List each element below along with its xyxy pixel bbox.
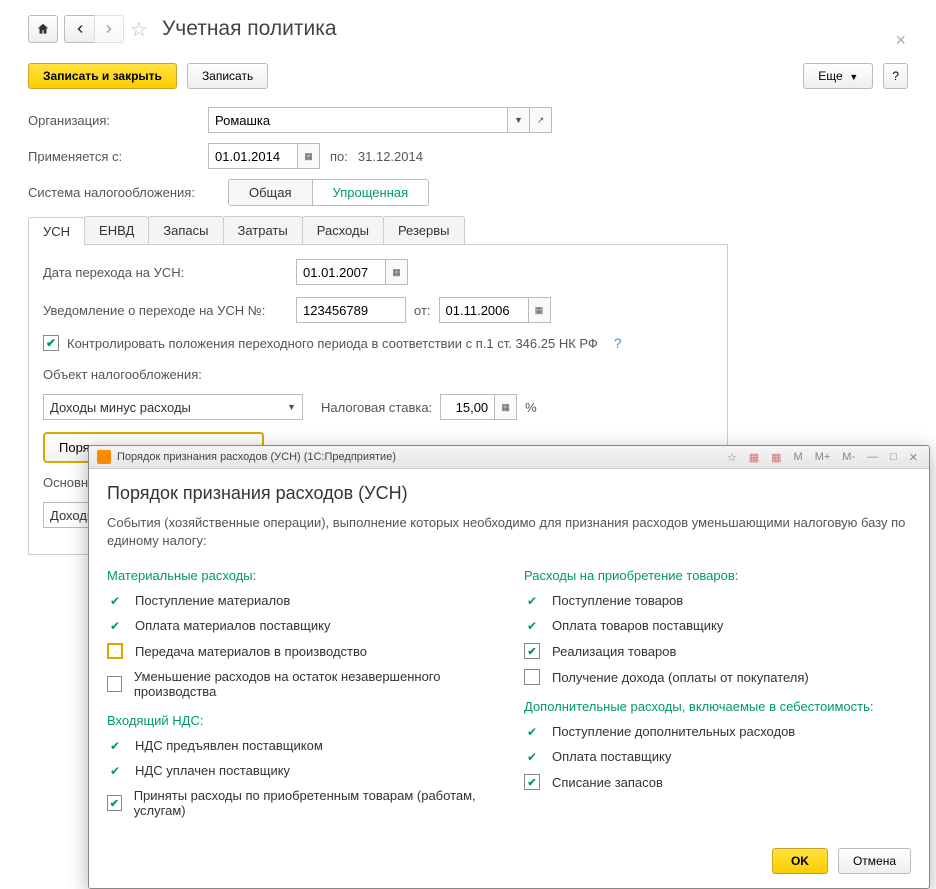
forward-button[interactable] — [94, 15, 124, 43]
goods-check-3[interactable] — [524, 669, 540, 685]
tick-icon: ✔ — [107, 619, 123, 633]
object-label: Объект налогообложения: — [43, 367, 202, 382]
tick-icon: ✔ — [524, 594, 540, 608]
goods-item-3: Получение дохода (оплаты от покупателя) — [552, 670, 809, 685]
tick-icon: ✔ — [107, 764, 123, 778]
section-goods: Расходы на приобретение товаров: — [524, 568, 911, 583]
vat-check-2[interactable] — [107, 795, 122, 811]
mminus-tool[interactable]: M- — [839, 451, 858, 463]
tick-icon: ✔ — [107, 594, 123, 608]
ok-button[interactable]: OK — [772, 848, 828, 874]
mat-check-2[interactable] — [107, 643, 123, 659]
tick-icon: ✔ — [524, 619, 540, 633]
m-tool[interactable]: M — [791, 451, 806, 463]
help-button[interactable]: ? — [883, 63, 908, 89]
dialog-title-text: Порядок признания расходов (УСН) (1С:Пре… — [117, 451, 396, 463]
applied-to-value: 31.12.2014 — [358, 149, 423, 164]
fav-tool-icon[interactable]: ☆ — [724, 451, 740, 464]
extra-check-2[interactable] — [524, 774, 540, 790]
rate-stepper-btn[interactable]: ▦ — [495, 394, 517, 420]
notice-label: Уведомление о переходе на УСН №: — [43, 303, 288, 318]
dialog-titlebar: Порядок признания расходов (УСН) (1С:Пре… — [89, 446, 929, 469]
help-icon[interactable]: ? — [614, 335, 622, 351]
section-extra: Дополнительные расходы, включаемые в себ… — [524, 699, 911, 714]
date-from-cal-btn[interactable]: ▦ — [298, 143, 320, 169]
cancel-button[interactable]: Отмена — [838, 848, 911, 874]
tab-envd[interactable]: ЕНВД — [84, 216, 149, 244]
tabs: УСН ЕНВД Запасы Затраты Расходы Резервы — [28, 216, 728, 245]
back-button[interactable] — [64, 15, 94, 43]
tab-zatraty[interactable]: Затраты — [223, 216, 303, 244]
org-open-btn[interactable]: ↗ — [530, 107, 552, 133]
control-text: Контролировать положения переходного пер… — [67, 336, 598, 351]
dialog-heading: Порядок признания расходов (УСН) — [107, 483, 911, 504]
calc-tool-icon[interactable]: ▦ — [746, 451, 762, 464]
tax-system-label: Система налогообложения: — [28, 185, 228, 200]
extra-item-1: Оплата поставщику — [552, 749, 671, 764]
tax-simplified-option[interactable]: Упрощенная — [313, 180, 429, 205]
percent-label: % — [525, 400, 537, 415]
applied-from-label: Применяется с: — [28, 149, 208, 164]
home-button[interactable] — [28, 15, 58, 43]
dialog-description: События (хозяйственные операции), выполн… — [107, 514, 911, 550]
vat-item-0: НДС предъявлен поставщиком — [135, 738, 323, 753]
section-vat: Входящий НДС: — [107, 713, 494, 728]
control-checkbox[interactable] — [43, 335, 59, 351]
save-close-button[interactable]: Записать и закрыть — [28, 63, 177, 89]
tick-icon: ✔ — [524, 750, 540, 764]
mat-item-3: Уменьшение расходов на остаток незаверше… — [134, 669, 494, 699]
rate-input[interactable] — [440, 394, 495, 420]
command-bar: Записать и закрыть Записать Еще ▼ ? — [28, 63, 908, 89]
vat-item-1: НДС уплачен поставщику — [135, 763, 290, 778]
tab-rezervy[interactable]: Резервы — [383, 216, 465, 244]
mat-item-2: Передача материалов в производство — [135, 644, 367, 659]
applied-to-label: по: — [330, 149, 348, 164]
tick-icon: ✔ — [524, 725, 540, 739]
notice-from-input[interactable] — [439, 297, 529, 323]
mat-item-0: Поступление материалов — [135, 593, 290, 608]
tax-system-toggle: Общая Упрощенная — [228, 179, 429, 206]
page-title: Учетная политика — [162, 17, 337, 41]
tab-usn[interactable]: УСН — [28, 217, 85, 245]
top-toolbar: ☆ Учетная политика × — [28, 15, 908, 43]
tab-rashody[interactable]: Расходы — [302, 216, 384, 244]
notice-from-cal-btn[interactable]: ▦ — [529, 297, 551, 323]
mat-item-1: Оплата материалов поставщику — [135, 618, 330, 633]
transition-date-cal-btn[interactable]: ▦ — [386, 259, 408, 285]
notice-from-label: от: — [414, 303, 431, 318]
more-button[interactable]: Еще ▼ — [803, 63, 873, 89]
minimize-button[interactable]: — — [864, 451, 881, 463]
goods-item-1: Оплата товаров поставщику — [552, 618, 723, 633]
tax-general-option[interactable]: Общая — [229, 180, 313, 205]
goods-check-2[interactable] — [524, 643, 540, 659]
object-select[interactable]: Доходы минус расходы▼ — [43, 394, 303, 420]
notice-number-input[interactable] — [296, 297, 406, 323]
transition-date-input[interactable] — [296, 259, 386, 285]
extra-item-2: Списание запасов — [552, 775, 663, 790]
order-recognition-dialog: Порядок признания расходов (УСН) (1С:Пре… — [88, 445, 930, 889]
vat-item-2: Приняты расходы по приобретенным товарам… — [134, 788, 494, 818]
app-icon — [97, 450, 111, 464]
dialog-footer: OK Отмена — [89, 838, 929, 888]
mplus-tool[interactable]: M+ — [812, 451, 834, 463]
tab-zapasy[interactable]: Запасы — [148, 216, 223, 244]
goods-item-2: Реализация товаров — [552, 644, 676, 659]
date-from-input[interactable] — [208, 143, 298, 169]
section-material: Материальные расходы: — [107, 568, 494, 583]
save-button[interactable]: Записать — [187, 63, 268, 89]
maximize-button[interactable]: □ — [887, 451, 900, 463]
favorite-icon[interactable]: ☆ — [130, 17, 148, 42]
org-label: Организация: — [28, 113, 208, 128]
close-icon[interactable]: × — [895, 30, 906, 51]
tick-icon: ✔ — [107, 739, 123, 753]
transition-date-label: Дата перехода на УСН: — [43, 265, 288, 280]
mat-check-3[interactable] — [107, 676, 122, 692]
extra-item-0: Поступление дополнительных расходов — [552, 724, 795, 739]
close-button[interactable]: ✕ — [906, 451, 921, 464]
rate-label: Налоговая ставка: — [321, 400, 432, 415]
goods-item-0: Поступление товаров — [552, 593, 683, 608]
org-dropdown-btn[interactable]: ▼ — [508, 107, 530, 133]
org-input[interactable] — [208, 107, 508, 133]
calendar-tool-icon[interactable]: ▦ — [768, 451, 784, 464]
